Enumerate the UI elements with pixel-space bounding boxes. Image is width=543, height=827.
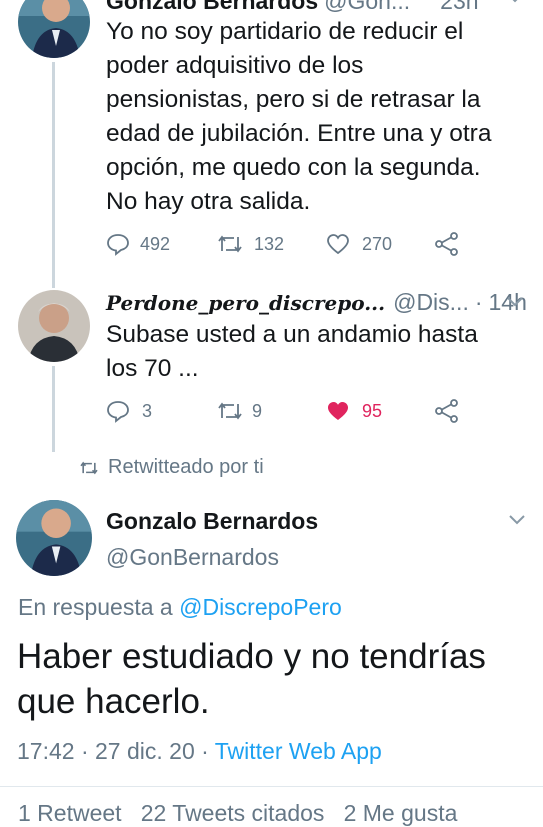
like-count: 270 [362, 233, 393, 254]
share-icon [435, 399, 458, 423]
reply-prefix: En respuesta a [18, 594, 173, 620]
chevron-down-icon[interactable] [506, 296, 524, 308]
like-button[interactable]: 270 [326, 233, 434, 255]
share-icon [435, 232, 458, 256]
like-count: 95 [362, 400, 383, 421]
text-line: Subase usted a un andamio hasta [106, 321, 478, 348]
reply-icon [107, 234, 129, 256]
retweet-count: 9 [252, 400, 263, 421]
author-name[interactable]: Gonzalo Bernardos [106, 0, 318, 15]
text-line: Haber estudiado y no tendrías [17, 637, 486, 676]
tweet2-actions: 3 9 95 [106, 399, 460, 423]
author-name[interactable]: Gonzalo Bernardos [106, 508, 318, 535]
tweet1-header: Gonzalo Bernardos @Gon... 23h [106, 0, 479, 15]
text-line: opción, me quedo con la segunda. [106, 154, 481, 181]
reply-button[interactable]: 492 [106, 232, 216, 256]
avatar[interactable] [18, 290, 90, 362]
avatar[interactable] [18, 0, 90, 58]
tweet-meta: 17:42 · 27 dic. 20 · Twitter Web App [17, 738, 382, 765]
text-line: que hacerlo. [17, 682, 210, 721]
avatar[interactable] [16, 500, 92, 576]
chevron-down-icon[interactable] [506, 0, 524, 4]
source-link[interactable]: Twitter Web App [215, 738, 382, 764]
author-handle: @Dis... [393, 289, 469, 315]
share-button[interactable] [434, 399, 460, 423]
retweet-icon [80, 461, 98, 474]
retweet-label: Retwitteado por ti [108, 456, 264, 478]
author-handle[interactable]: @GonBernardos [106, 544, 279, 571]
retweet-context: Retwitteado por ti [78, 456, 264, 479]
chevron-down-icon[interactable] [508, 514, 526, 526]
author-name[interactable]: Perdone_pero_discrepo... [106, 291, 385, 315]
tweet1-actions: 492 132 270 [106, 232, 460, 256]
timestamp: 17:42 · 27 dic. 20 · [17, 738, 209, 764]
reply-icon [107, 401, 129, 423]
reply-count: 492 [140, 233, 171, 254]
retweet-button[interactable]: 132 [216, 233, 326, 255]
tweet2-header: Perdone_pero_discrepo... @Dis... · 14h [106, 289, 527, 316]
text-line: No hay otra salida. [106, 188, 311, 215]
like-button[interactable]: 95 [326, 400, 434, 422]
retweet-button[interactable]: 9 [216, 400, 326, 422]
divider [0, 786, 543, 787]
retweet-count: 132 [254, 233, 285, 254]
tweet-time: 23h [440, 0, 479, 14]
retweet-icon [218, 402, 242, 420]
thread-line-1 [52, 62, 55, 288]
heart-filled-icon [328, 402, 348, 420]
reply-to-link[interactable]: @DiscrepoPero [179, 594, 342, 620]
author-handle: @Gon... [324, 0, 411, 14]
thread-line-2 [52, 366, 55, 452]
reply-count: 3 [142, 400, 153, 421]
tweet2-text: Subase usted a un andamio hasta los 70 .… [106, 318, 526, 386]
main-tweet-text: Haber estudiado y no tendrías que hacerl… [17, 634, 537, 724]
heart-icon [327, 234, 349, 255]
text-line: los 70 ... [106, 355, 199, 382]
reply-button[interactable]: 3 [106, 399, 216, 423]
text-line: poder adquisitivo de los [106, 52, 364, 79]
share-button[interactable] [434, 232, 460, 256]
text-line: pensionistas, pero si de retrasar la [106, 86, 481, 113]
text-line: Yo no soy partidario de reducir el [106, 18, 464, 45]
tweet1-text: Yo no soy partidario de reducir el poder… [106, 15, 526, 219]
text-line: edad de jubilación. Entre una y otra [106, 120, 492, 147]
separator-dot: · [474, 289, 483, 315]
retweet-icon [218, 235, 242, 253]
reply-context: En respuesta a @DiscrepoPero [18, 594, 342, 621]
